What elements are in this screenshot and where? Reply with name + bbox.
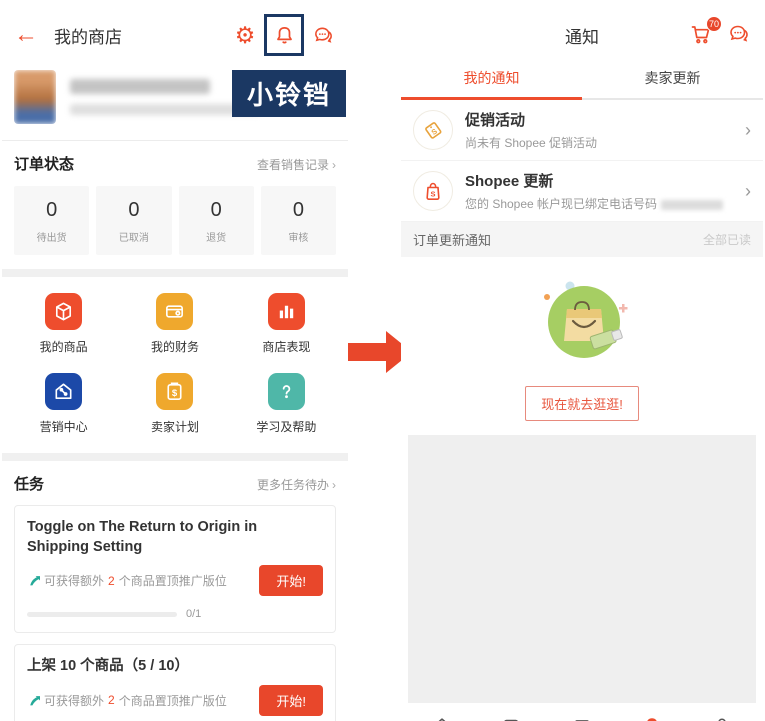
page-title: 我的商店 bbox=[54, 27, 122, 47]
redacted-shop-name bbox=[70, 79, 210, 94]
chevron-right-icon: › bbox=[332, 158, 336, 172]
start-task-button[interactable]: 开始! bbox=[259, 684, 323, 716]
task-title: Toggle on The Return to Origin in Shippi… bbox=[27, 519, 258, 555]
start-task-button[interactable]: 开始! bbox=[259, 565, 323, 597]
person-icon bbox=[718, 718, 726, 721]
back-icon[interactable]: ← bbox=[14, 23, 38, 47]
green-up-arrow-icon bbox=[30, 576, 40, 586]
bar-chart-icon bbox=[267, 293, 305, 330]
redacted-phone-number bbox=[661, 199, 724, 210]
cart-badge: 70 bbox=[706, 16, 722, 32]
task-card-return-to-origin: Toggle on The Return to Origin in Shippi… bbox=[14, 505, 336, 634]
shortcut-marketing-centre[interactable]: 营销中心 bbox=[40, 373, 88, 435]
shortcut-shop-performance[interactable]: 商店表现 bbox=[262, 293, 310, 355]
question-mark-icon bbox=[267, 373, 305, 410]
notifications-screen: 通知 70 我的通知 卖家更新 S 促销活动 尚未有 Shopee 促销活动 ›… bbox=[401, 12, 763, 721]
order-status-title: 订单状态 bbox=[14, 156, 75, 173]
view-sales-records-link[interactable]: 查看销售记录 › bbox=[257, 156, 336, 173]
clipboard-dollar-icon: $ bbox=[156, 373, 194, 410]
chevron-right-icon: › bbox=[332, 478, 336, 492]
nav-notifications[interactable]: 通知 bbox=[623, 715, 681, 721]
shortcut-learn-help[interactable]: 学习及帮助 bbox=[256, 373, 316, 435]
notification-bell-highlight-box[interactable] bbox=[264, 14, 304, 56]
empty-list-placeholder bbox=[408, 435, 756, 703]
live-video-icon bbox=[504, 719, 518, 721]
house-percent-icon bbox=[45, 373, 83, 410]
shop-avatar bbox=[14, 70, 56, 124]
notification-row-shopee-updates[interactable]: S Shopee 更新 您的 Shopee 帐户现已绑定电话号码 › bbox=[401, 161, 763, 222]
shortcut-grid: 我的商品 我的财务 商店表现 营销中心 $ 卖家计划 学习及帮助 bbox=[2, 277, 348, 453]
order-stat-returns[interactable]: 0 退货 bbox=[178, 186, 254, 255]
task-progress-bar bbox=[27, 611, 177, 617]
shortcut-seller-programme[interactable]: $ 卖家计划 bbox=[151, 373, 199, 435]
nav-home[interactable]: 首页 bbox=[413, 715, 471, 721]
notifications-tabs: 我的通知 卖家更新 bbox=[401, 58, 763, 100]
order-stat-to-ship[interactable]: 0 待出货 bbox=[14, 186, 90, 255]
svg-text:S: S bbox=[430, 189, 435, 198]
chat-bubbles-icon[interactable] bbox=[310, 22, 336, 48]
wallet-icon bbox=[156, 293, 194, 330]
task-title: 上架 10 个商品（5 / 10） bbox=[27, 658, 189, 675]
nav-me[interactable]: 我的 bbox=[693, 715, 751, 721]
chevron-right-icon: › bbox=[745, 119, 751, 140]
page-title: 通知 bbox=[565, 27, 599, 47]
settings-gear-icon[interactable]: ⚙ bbox=[232, 22, 258, 48]
shortcut-my-finance[interactable]: 我的财务 bbox=[151, 293, 199, 355]
bell-filled-icon bbox=[647, 718, 657, 721]
price-tag-icon: S bbox=[413, 110, 453, 150]
task-card-list-products: 上架 10 个商品（5 / 10） 可获得额外 2 个商品置顶推广版位 开始! … bbox=[14, 644, 336, 721]
empty-state: 现在就去逛逛! bbox=[401, 257, 763, 421]
tab-my-notifications[interactable]: 我的通知 bbox=[401, 58, 582, 100]
order-status-section: 订单状态 查看销售记录 › 0 待出货 0 已取消 0 退货 0 审核 bbox=[2, 141, 348, 269]
nav-official-mall[interactable]: 官方商城 bbox=[553, 715, 611, 721]
svg-text:$: $ bbox=[172, 388, 178, 399]
bell-icon[interactable] bbox=[271, 22, 297, 48]
task-reward-text: 可获得额外 2 个商品置顶推广版位 bbox=[27, 572, 227, 589]
shortcut-my-products[interactable]: 我的商品 bbox=[40, 293, 88, 355]
order-updates-section-bar: 订单更新通知 全部已读 bbox=[401, 222, 763, 257]
bottom-navigation: 首页 Live 官方商城 通知 bbox=[401, 705, 763, 721]
shopping-bag-mascot bbox=[544, 281, 628, 358]
my-shop-header: ← 我的商店 ⚙ 小铃铛 bbox=[2, 12, 348, 117]
mall-bag-icon bbox=[575, 720, 589, 721]
home-icon bbox=[438, 718, 446, 721]
order-stat-cancelled[interactable]: 0 已取消 bbox=[96, 186, 172, 255]
shopee-bag-icon: S bbox=[413, 171, 453, 211]
tab-seller-updates[interactable]: 卖家更新 bbox=[582, 58, 763, 100]
cube-icon bbox=[45, 293, 83, 330]
my-shop-screen: ← 我的商店 ⚙ 小铃铛 订单状态 查看销售记录 › 0 待出货 0 已取消 0… bbox=[2, 12, 348, 721]
little-bell-callout-label: 小铃铛 bbox=[231, 70, 346, 117]
green-up-arrow-icon bbox=[30, 695, 40, 706]
cart-icon[interactable]: 70 bbox=[689, 16, 722, 48]
task-reward-text: 可获得额外 2 个商品置顶推广版位 bbox=[27, 692, 227, 709]
tasks-title: 任务 bbox=[14, 476, 45, 493]
chevron-right-icon: › bbox=[745, 180, 751, 201]
notification-row-promotions[interactable]: S 促销活动 尚未有 Shopee 促销活动 › bbox=[401, 100, 763, 161]
order-stat-review[interactable]: 0 审核 bbox=[260, 186, 336, 255]
go-shopping-button[interactable]: 现在就去逛逛! bbox=[525, 386, 639, 421]
notifications-header: 通知 70 bbox=[401, 12, 763, 58]
task-progress-label: 0/1 bbox=[186, 608, 202, 621]
mark-all-read-action[interactable]: 全部已读 bbox=[703, 231, 751, 248]
nav-live[interactable]: Live bbox=[483, 715, 541, 721]
chat-bubbles-icon[interactable] bbox=[727, 22, 753, 48]
tasks-section: 任务 更多任务待办 › Toggle on The Return to Origi… bbox=[2, 461, 348, 721]
more-tasks-link[interactable]: 更多任务待办 › bbox=[257, 476, 336, 493]
